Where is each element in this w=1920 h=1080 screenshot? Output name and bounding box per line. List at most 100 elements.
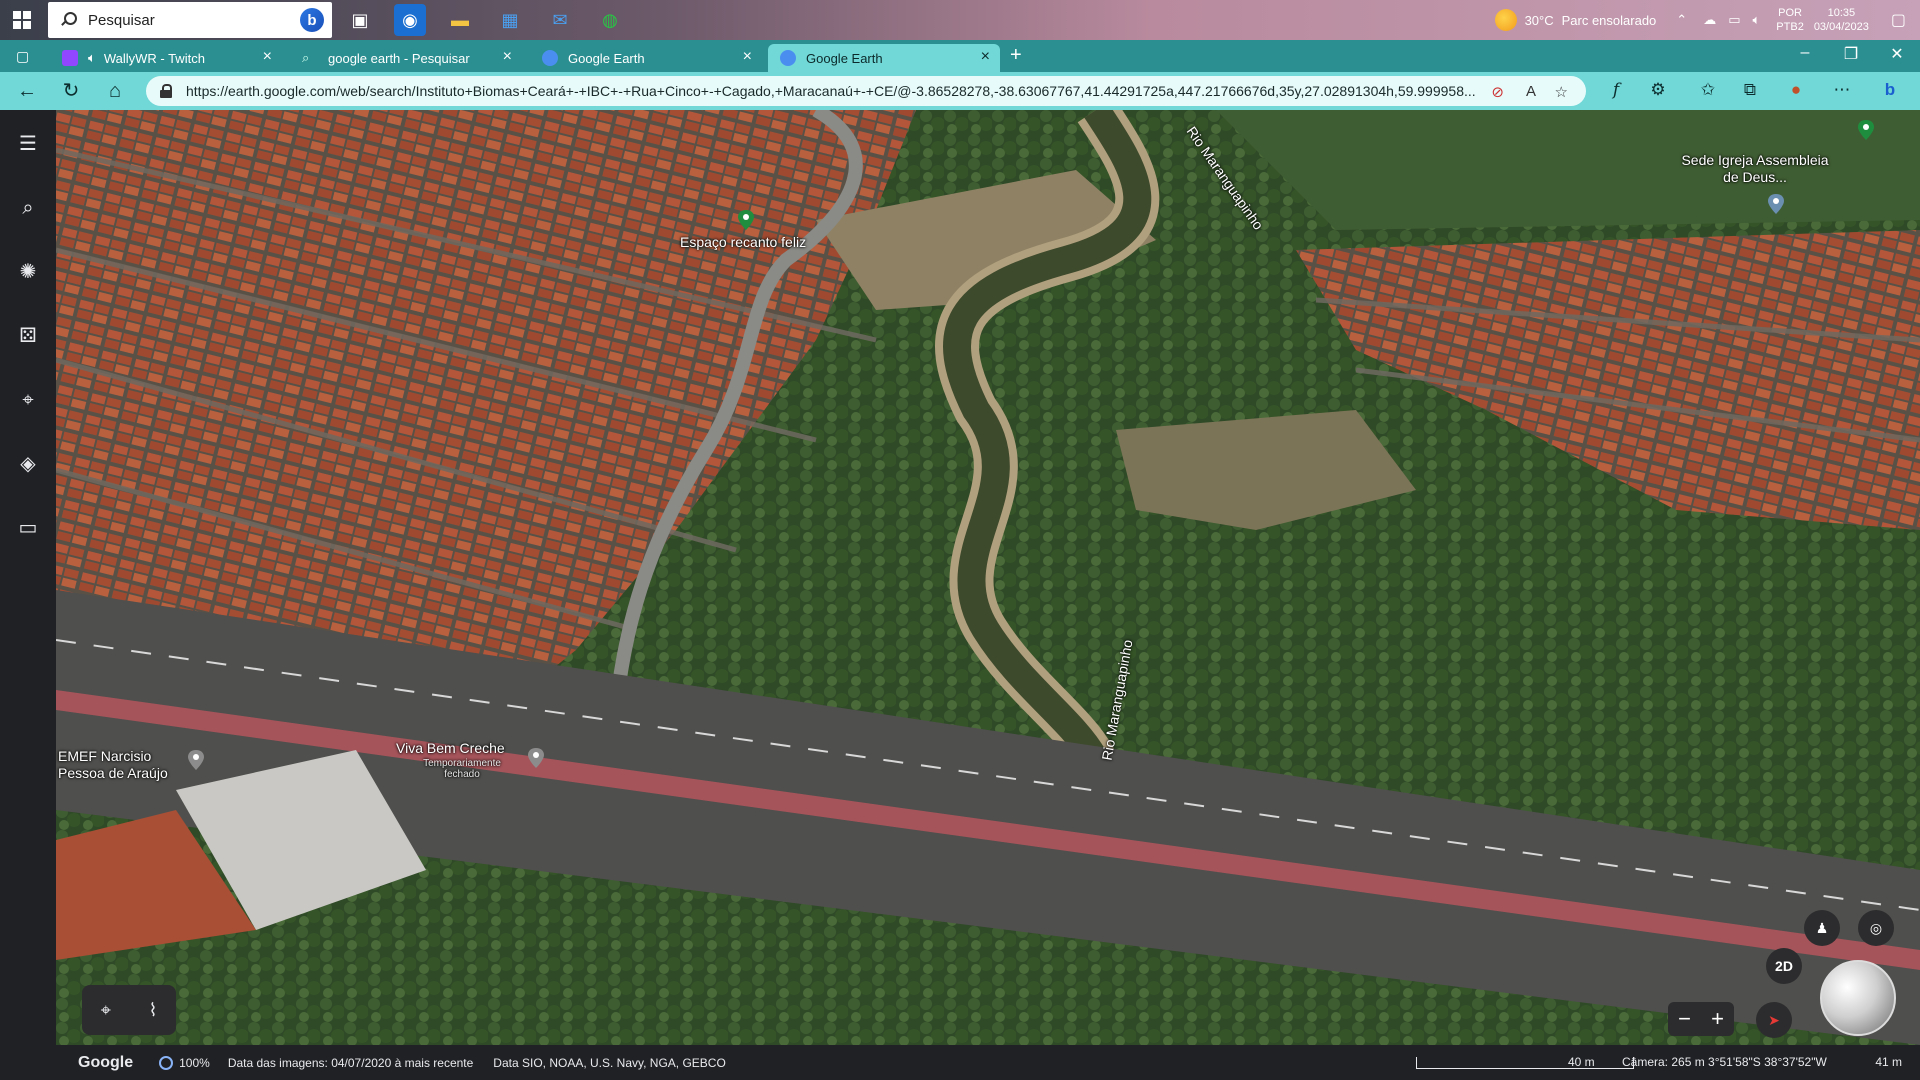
my-location-icon[interactable]: ◎ xyxy=(1858,910,1894,946)
favorites-icon[interactable]: ✩ xyxy=(1696,80,1720,100)
projects-icon[interactable]: ⌖ xyxy=(16,388,40,412)
place-label[interactable]: Espaço recanto feliz xyxy=(680,234,806,250)
microsoft-store-icon[interactable]: ▦ xyxy=(494,4,526,36)
scale-bar xyxy=(1416,1057,1634,1069)
volume-icon[interactable]: 🔈︎ xyxy=(1752,12,1760,28)
refresh-icon[interactable]: ↻ xyxy=(60,80,82,102)
zoom-in-button[interactable]: + xyxy=(1711,1006,1724,1032)
task-view-icon[interactable]: ▣ xyxy=(344,4,376,36)
back-arrow-icon[interactable]: ← xyxy=(16,80,38,102)
start-button[interactable] xyxy=(8,6,36,34)
tab-label: google earth - Pesquisar xyxy=(328,50,470,66)
blocked-popup-icon[interactable]: ⊘ xyxy=(1491,83,1504,101)
feeling-lucky-icon[interactable]: ⚄ xyxy=(16,324,40,348)
weather-temp: 30°C xyxy=(1524,12,1554,28)
earth-icon xyxy=(780,50,796,66)
pegman-icon[interactable]: ♟ xyxy=(1804,910,1840,946)
tab-label: Google Earth xyxy=(568,50,645,66)
language-indicator[interactable]: POR PTB2 xyxy=(1776,6,1804,34)
left-rail: ☰ ⌕ ✺ ⚄ ⌖ ◈ ▭ xyxy=(0,110,56,1080)
favorite-star-icon[interactable]: ☆ xyxy=(1555,83,1568,101)
more-menu-icon[interactable]: ⋯ xyxy=(1830,80,1854,100)
daycare-pin-icon[interactable] xyxy=(528,748,544,768)
lock-icon[interactable] xyxy=(160,84,172,98)
system-tray: 30°C Parc ensolarado ⌃ ☁ ▭ 🔈︎ POR PTB2 1… xyxy=(1494,0,1920,40)
close-icon[interactable]: × xyxy=(263,49,272,65)
add-placemark-icon[interactable]: ⌖ xyxy=(101,1000,111,1021)
loading-ring-icon xyxy=(159,1055,174,1070)
status-bar: Google 100% Data das imagens: 04/07/2020… xyxy=(56,1045,1920,1080)
search-icon: ⌕ xyxy=(302,50,310,65)
voyager-icon[interactable]: ✺ xyxy=(16,260,40,284)
place-label[interactable]: Viva Bem Creche xyxy=(396,740,505,756)
edge-icon[interactable]: ◉ xyxy=(394,4,426,36)
new-tab-button[interactable]: + xyxy=(1010,44,1022,67)
restore-button[interactable]: ❐ xyxy=(1836,44,1866,64)
close-icon[interactable]: × xyxy=(743,49,752,65)
tab-actions-icon[interactable]: ▢ xyxy=(16,48,29,65)
measure-icon[interactable]: ▭ xyxy=(16,516,40,540)
google-earth-app: ☰ ⌕ ✺ ⚄ ⌖ ◈ ▭ Rio Maranguapinho Rio Mara… xyxy=(0,110,1920,1080)
tab-search[interactable]: ⌕ google earth - Pesquisar × xyxy=(290,44,522,72)
lang-code: POR xyxy=(1778,7,1802,19)
zoom-controls: − + xyxy=(1668,1002,1734,1036)
compass-icon[interactable]: ➤ xyxy=(1756,1002,1792,1038)
bing-copilot-icon[interactable]: b xyxy=(1878,80,1902,100)
search-icon xyxy=(60,12,77,28)
place-label[interactable]: Sede Igreja Assembleia de Deus... xyxy=(1680,152,1830,186)
notification-icon[interactable]: ▢ xyxy=(1891,10,1906,30)
browser-tabstrip: ▢ 🔈︎ WallyWR - Twitch × ⌕ google earth -… xyxy=(0,40,1920,72)
satellite-3d-view[interactable]: Rio Maranguapinho Rio Maranguapinho Espa… xyxy=(56,110,1920,1045)
search-icon[interactable]: ⌕ xyxy=(16,196,40,220)
clock[interactable]: 10:35 03/04/2023 xyxy=(1814,6,1869,34)
file-explorer-icon[interactable]: ▬ xyxy=(444,4,476,36)
minimize-button[interactable]: – xyxy=(1790,44,1820,62)
mini-globe[interactable] xyxy=(1820,960,1896,1036)
place-pin-icon[interactable] xyxy=(738,210,754,230)
extensions-icon[interactable]: ⚙ xyxy=(1646,80,1670,100)
church-pin-icon[interactable] xyxy=(1768,194,1784,214)
address-bar[interactable]: https://earth.google.com/web/search/Inst… xyxy=(146,76,1586,106)
monitor-icon[interactable]: ▭ xyxy=(1728,12,1740,28)
close-icon[interactable]: × xyxy=(503,49,512,65)
draw-line-icon[interactable]: ⌇ xyxy=(148,1000,157,1021)
window-close-button[interactable]: ✕ xyxy=(1882,44,1912,64)
close-icon[interactable]: × xyxy=(981,49,990,65)
weather-widget[interactable]: 30°C Parc ensolarado xyxy=(1494,9,1657,31)
zoom-out-button[interactable]: − xyxy=(1678,1006,1691,1032)
toggle-2d-button[interactable]: 2D xyxy=(1766,948,1802,984)
menu-icon[interactable]: ☰ xyxy=(16,132,40,156)
place-pin-icon[interactable] xyxy=(1858,120,1874,140)
data-credits[interactable]: Data SIO, NOAA, U.S. Navy, NGA, GEBCO xyxy=(493,1056,726,1070)
read-aloud-icon[interactable]: A xyxy=(1526,83,1536,100)
mail-icon[interactable]: ✉ xyxy=(544,4,576,36)
map-style-icon[interactable]: ◈ xyxy=(16,452,40,476)
loading-indicator: 100% xyxy=(159,1055,210,1070)
bing-icon[interactable]: b xyxy=(300,8,324,32)
loading-progress: 100% xyxy=(179,1055,210,1070)
math-extension-icon[interactable]: f xyxy=(1604,80,1628,100)
tab-google-earth-active[interactable]: Google Earth × xyxy=(768,44,1000,72)
clock-time: 10:35 xyxy=(1827,7,1856,19)
drawing-tools: ⌖ ⌇ xyxy=(82,985,176,1035)
sun-icon xyxy=(1494,9,1517,31)
chevron-up-icon[interactable]: ⌃ xyxy=(1676,12,1687,28)
tab-label: WallyWR - Twitch xyxy=(103,50,205,66)
collections-icon[interactable]: ⧉ xyxy=(1738,80,1762,100)
home-icon[interactable]: ⌂ xyxy=(104,80,126,102)
network-icon[interactable]: ☁ xyxy=(1703,12,1716,28)
taskbar-search[interactable]: Pesquisar b xyxy=(48,2,332,38)
weather-desc: Parc ensolarado xyxy=(1561,12,1657,28)
speaker-icon[interactable]: 🔈︎ xyxy=(88,50,96,66)
place-label[interactable]: EMEF Narcisio Pessoa de Araújo xyxy=(58,748,178,782)
tab-google-earth-1[interactable]: Google Earth × xyxy=(530,44,762,72)
camera-info: Câmera: 265 m 3°51'58"S 38°37'52"W xyxy=(1622,1055,1827,1069)
school-pin-icon[interactable] xyxy=(188,750,204,770)
tab-twitch[interactable]: 🔈︎ WallyWR - Twitch × xyxy=(50,44,282,72)
windows-logo-icon xyxy=(13,11,31,29)
whatsapp-icon[interactable]: ◍ xyxy=(594,4,626,36)
google-logo: Google xyxy=(78,1053,134,1071)
url-text: https://earth.google.com/web/search/Inst… xyxy=(186,83,1476,99)
lang-layout: PTB2 xyxy=(1776,21,1804,33)
profile-avatar[interactable]: ● xyxy=(1784,80,1808,100)
